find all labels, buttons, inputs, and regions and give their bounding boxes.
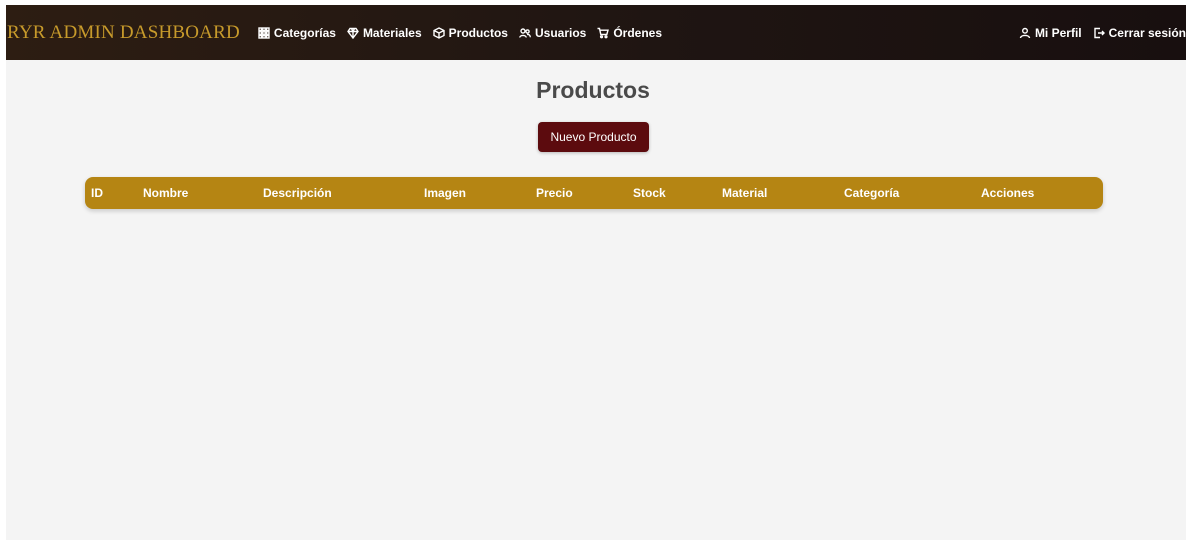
users-icon xyxy=(519,27,531,38)
column-header-stock[interactable]: Stock xyxy=(633,177,666,209)
logout-link[interactable]: Cerrar sesión xyxy=(1093,26,1186,40)
nav-link-label: Materiales xyxy=(362,25,422,40)
products-table-header: ID Nombre Descripción Imagen Precio Stoc… xyxy=(85,177,1103,209)
column-header-nombre[interactable]: Nombre xyxy=(143,177,188,209)
column-header-categoria[interactable]: Categoría xyxy=(844,177,899,209)
nav-link-productos[interactable]: Productos xyxy=(432,25,508,40)
new-product-button[interactable]: Nuevo Producto xyxy=(538,122,649,152)
nav-link-label: Usuarios xyxy=(534,25,587,40)
nav-link-categorias[interactable]: Categorías xyxy=(258,26,336,40)
nav-link-usuarios[interactable]: Usuarios xyxy=(519,26,586,40)
diamond-icon xyxy=(347,27,359,39)
column-header-precio[interactable]: Precio xyxy=(536,177,573,209)
cart-icon xyxy=(597,27,610,38)
brand-title[interactable]: RYR ADMIN DASHBOARD xyxy=(7,22,240,44)
logout-label: Cerrar sesión xyxy=(1108,25,1186,40)
column-header-descripcion[interactable]: Descripción xyxy=(263,177,332,209)
nav-link-label: Categorías xyxy=(273,25,336,40)
nav-link-ordenes[interactable]: Órdenes xyxy=(597,26,662,40)
nav-right: Mi Perfil Cerrar sesión xyxy=(1019,5,1186,60)
nav-link-label: Órdenes xyxy=(613,25,663,40)
grid-icon xyxy=(258,26,270,39)
profile-link[interactable]: Mi Perfil xyxy=(1019,26,1082,40)
page-title: Productos xyxy=(536,77,650,103)
box-icon xyxy=(432,26,445,39)
nav-link-label: Productos xyxy=(448,25,508,40)
column-header-material[interactable]: Material xyxy=(722,177,767,209)
user-icon xyxy=(1019,27,1031,38)
nav-links: Categorías Materiales Productos Usuarios… xyxy=(258,26,662,40)
column-header-acciones[interactable]: Acciones xyxy=(981,177,1034,209)
column-header-id[interactable]: ID xyxy=(91,177,103,209)
top-navbar: RYR ADMIN DASHBOARD Categorías Materiale… xyxy=(6,5,1186,60)
column-header-imagen[interactable]: Imagen xyxy=(424,177,466,209)
logout-icon xyxy=(1093,27,1105,38)
nav-link-materiales[interactable]: Materiales xyxy=(347,26,422,40)
profile-label: Mi Perfil xyxy=(1034,25,1082,40)
